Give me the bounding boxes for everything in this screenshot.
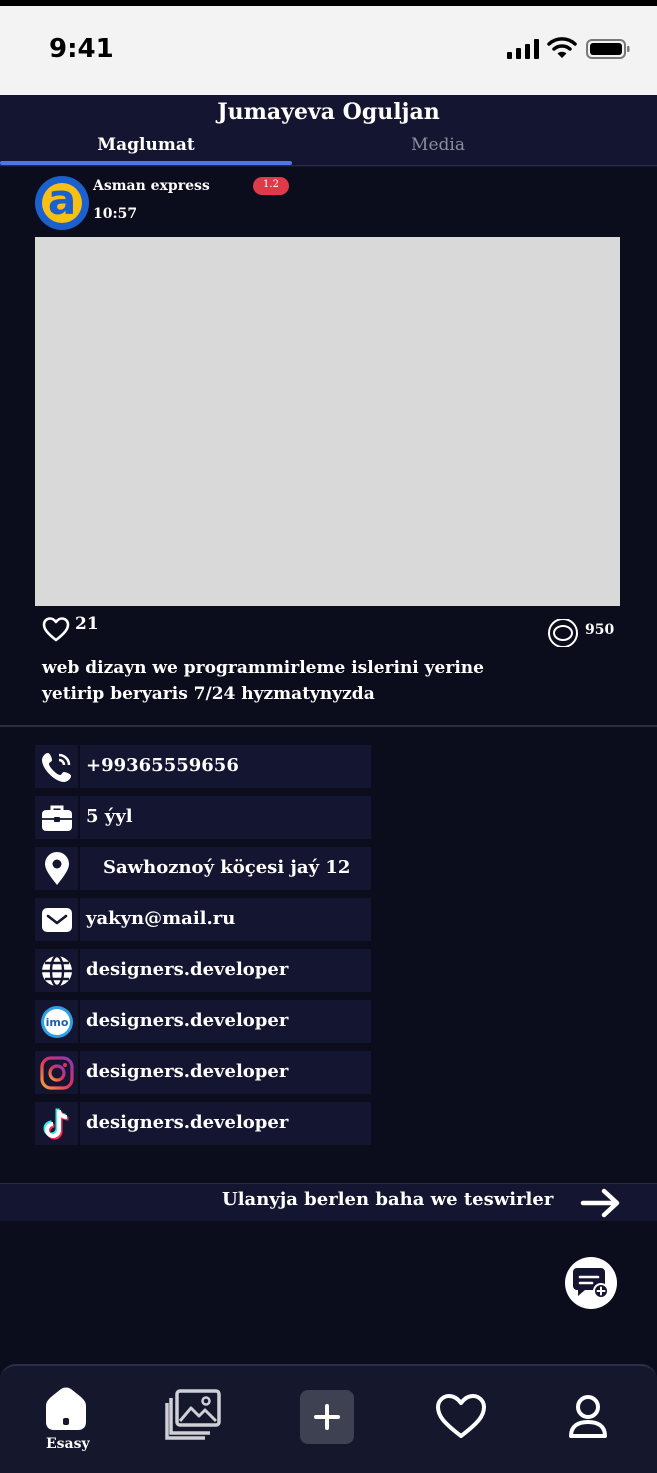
post-description: web dizayn we programmirleme islerini ye… [42, 658, 484, 704]
experience-text: 5 ýyl [86, 806, 133, 827]
like-count: 21 [75, 614, 99, 634]
info-row-imo[interactable]: imo designers.developer [35, 1000, 371, 1043]
info-row-email[interactable]: yakyn@mail.ru [35, 898, 371, 941]
tiktok-icon [35, 1102, 80, 1145]
instagram-icon [35, 1051, 80, 1094]
instagram-text: designers.developer [86, 1061, 289, 1082]
status-time: 9:41 [49, 34, 114, 64]
post-badge: 1.2 [253, 177, 289, 195]
signal-icon [507, 39, 539, 59]
info-row-experience: 5 ýyl [35, 796, 371, 839]
post-author[interactable]: Asman express [93, 178, 210, 194]
tab-media[interactable]: Media [292, 135, 584, 155]
favorites-heart-icon[interactable] [434, 1392, 488, 1440]
profile-icon[interactable] [567, 1394, 609, 1440]
section-divider [0, 725, 657, 727]
header-divider [0, 165, 657, 166]
email-text: yakyn@mail.ru [86, 908, 236, 929]
info-row-instagram[interactable]: designers.developer [35, 1051, 371, 1094]
website-text: designers.developer [86, 959, 289, 980]
home-icon[interactable] [42, 1384, 90, 1432]
location-pin-icon [35, 847, 80, 890]
info-row-address[interactable]: Sawhoznoý köçesi jaý 12 [35, 847, 371, 890]
eye-icon [548, 619, 578, 647]
plus-icon [314, 1404, 340, 1430]
asman-logo: a [42, 179, 82, 223]
info-row-tiktok[interactable]: designers.developer [35, 1102, 371, 1145]
heart-icon[interactable] [42, 616, 70, 642]
svg-text:imo: imo [45, 1016, 68, 1029]
bottom-navigation: Esasy [0, 1364, 657, 1473]
status-bar: 9:41 [0, 6, 657, 95]
view-count: 950 [585, 622, 615, 638]
address-text: Sawhoznoý köçesi jaý 12 [103, 857, 351, 878]
phone-icon [35, 745, 80, 788]
battery-icon [586, 39, 630, 59]
home-label[interactable]: Esasy [46, 1436, 90, 1452]
imo-icon: imo [35, 1000, 80, 1043]
imo-text: designers.developer [86, 1010, 289, 1031]
add-comment-button[interactable] [565, 1257, 617, 1309]
info-row-phone[interactable]: +99365559656 [35, 745, 371, 788]
post-image[interactable] [35, 237, 620, 606]
post-time: 10:57 [93, 206, 138, 222]
arrow-right-icon[interactable] [580, 1187, 622, 1219]
author-avatar[interactable]: a [35, 176, 89, 230]
reviews-link[interactable]: Ulanyja berlen baha we teswirler [0, 1183, 657, 1221]
info-row-website[interactable]: designers.developer [35, 949, 371, 992]
comment-add-icon [573, 1268, 609, 1299]
reviews-label: Ulanyja berlen baha we teswirler [222, 1189, 554, 1210]
wifi-icon [547, 37, 577, 58]
profile-header: Jumayeva Oguljan Maglumat Media [0, 95, 657, 167]
globe-icon [35, 949, 80, 992]
phone-text: +99365559656 [86, 755, 239, 776]
profile-name: Jumayeva Oguljan [217, 99, 440, 125]
tab-maglumat[interactable]: Maglumat [0, 135, 292, 155]
gallery-icon[interactable] [165, 1388, 223, 1440]
briefcase-icon [35, 796, 80, 839]
create-post-button[interactable] [300, 1390, 354, 1444]
mail-icon [35, 898, 80, 941]
tiktok-text: designers.developer [86, 1112, 289, 1133]
